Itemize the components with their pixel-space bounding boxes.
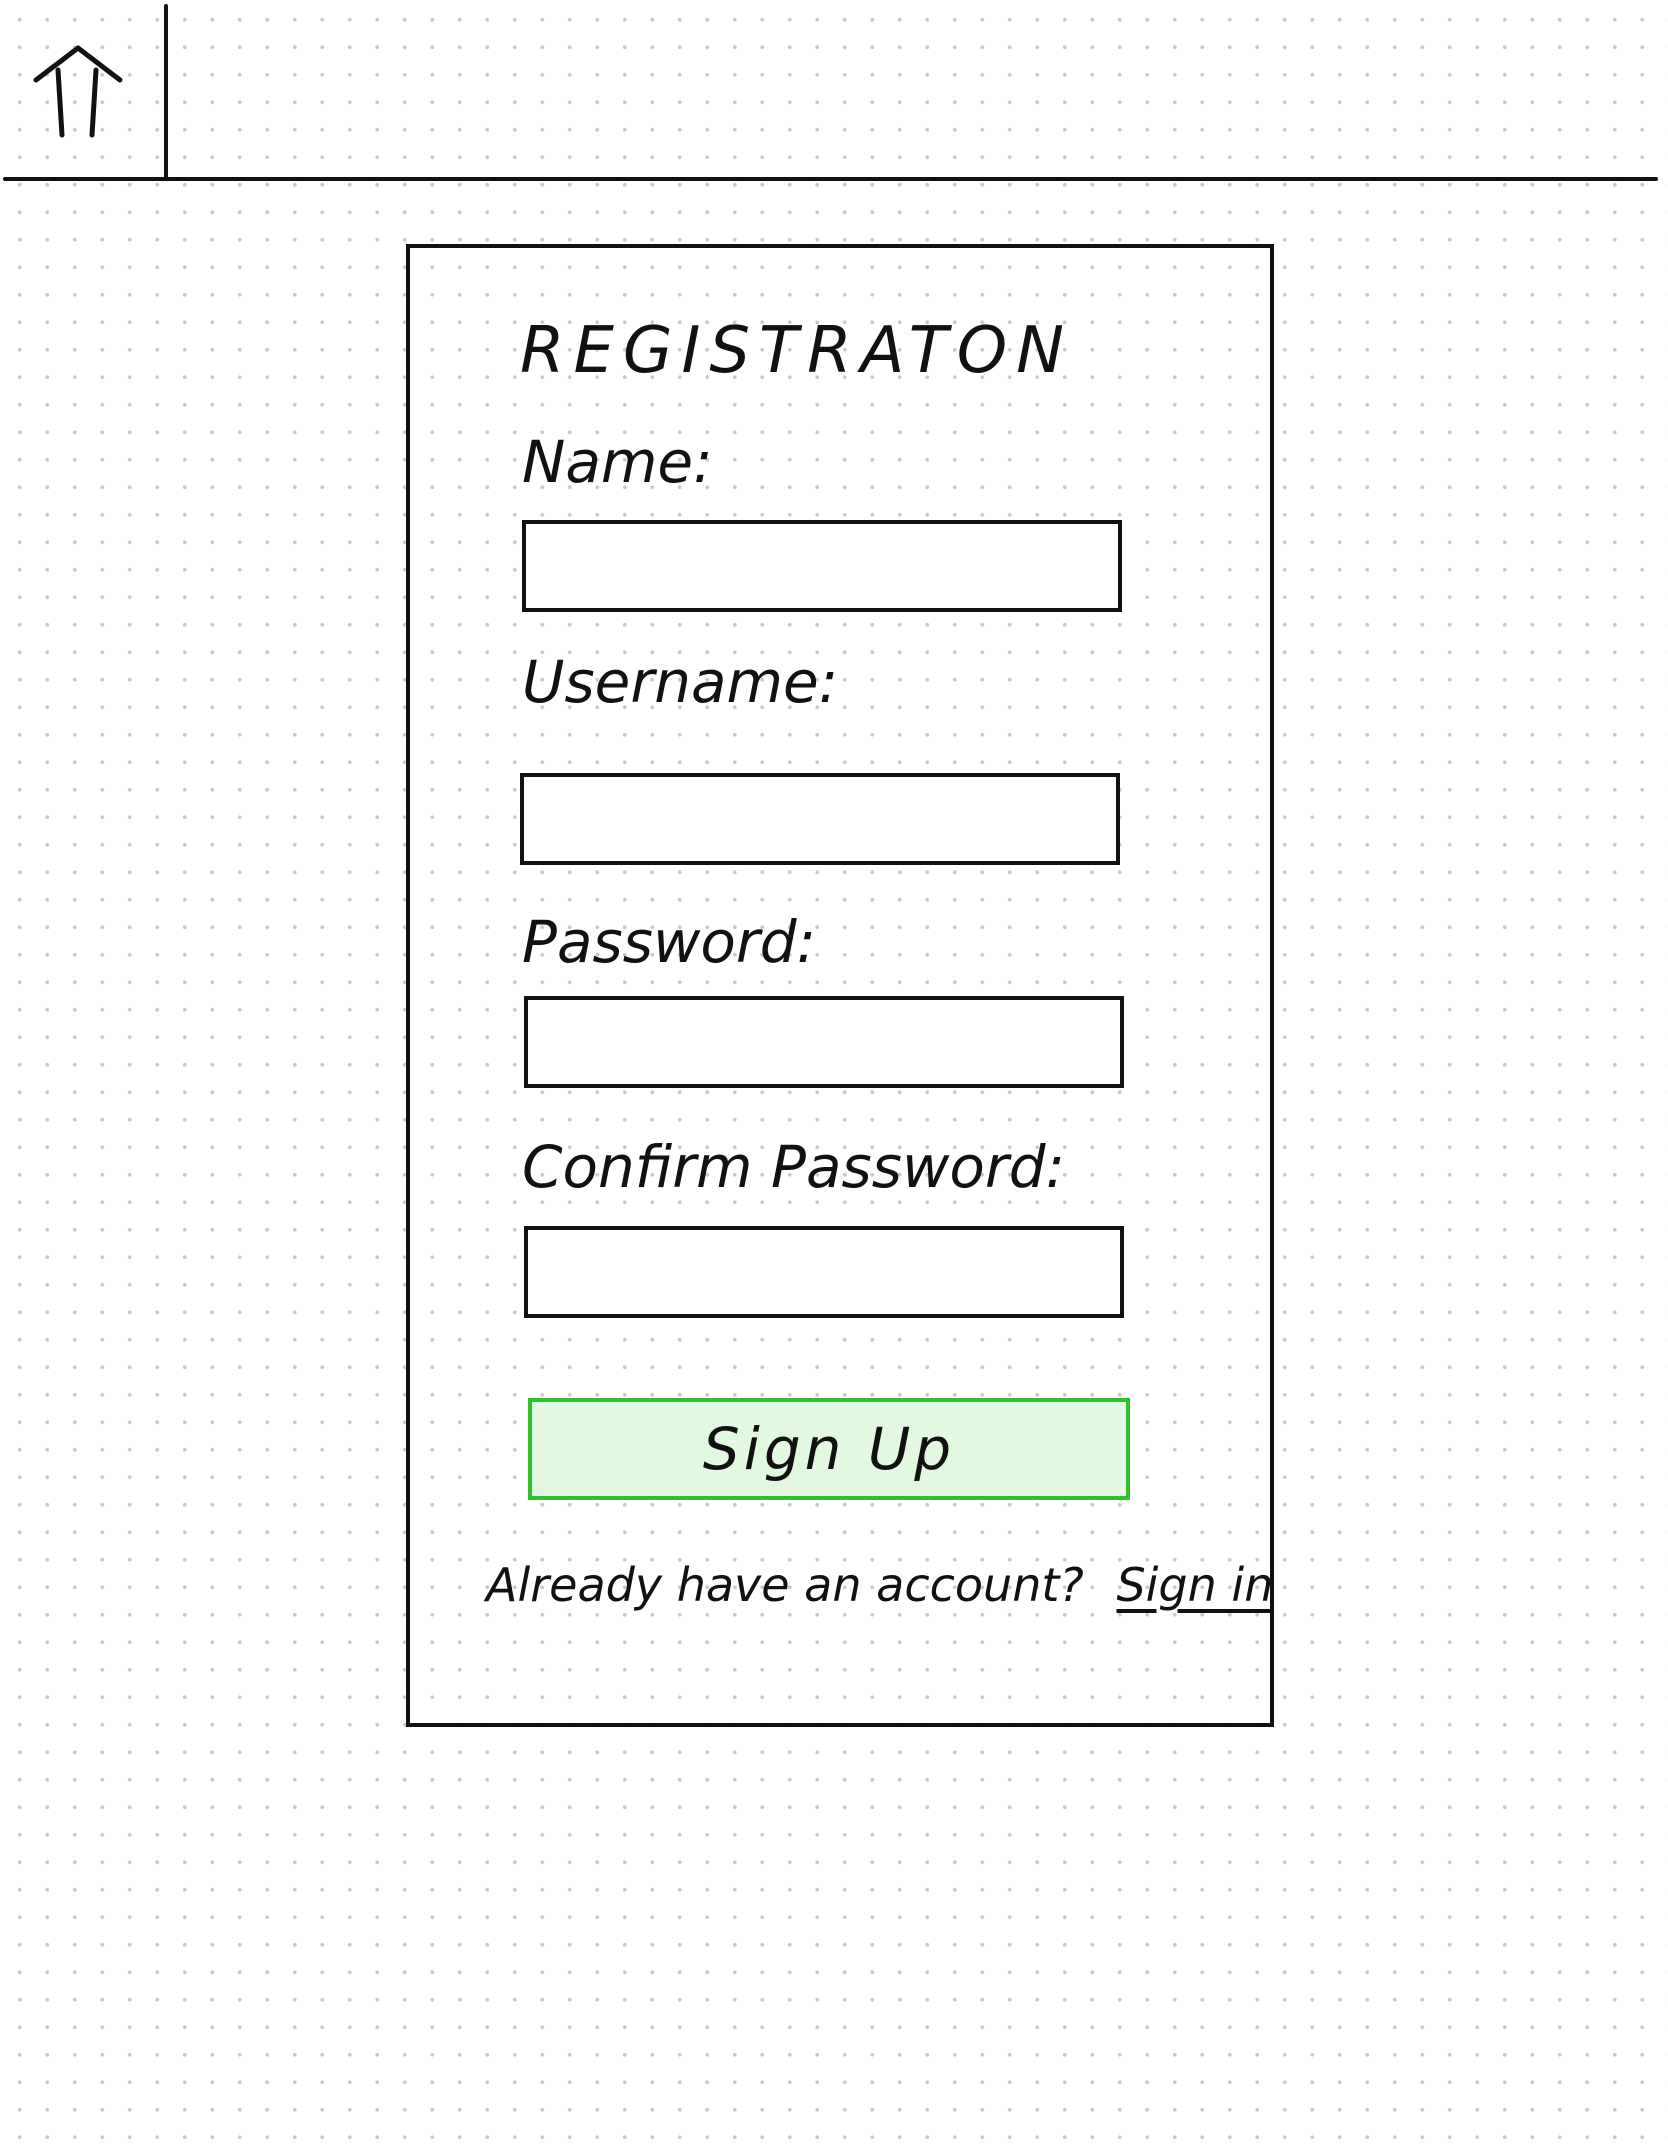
- password-label: Password:: [522, 908, 817, 976]
- home-icon: [33, 45, 123, 138]
- sign-up-button[interactable]: Sign Up: [528, 1398, 1130, 1500]
- page-title: REGISTRATON: [520, 314, 1074, 388]
- username-label: Username:: [522, 648, 839, 716]
- signin-prompt-text: Already have an account?: [486, 1558, 1084, 1612]
- confirm-password-label: Confirm Password:: [522, 1133, 1066, 1201]
- header-bottom-border: [3, 177, 1658, 181]
- confirm-password-input[interactable]: [524, 1226, 1124, 1318]
- name-input[interactable]: [522, 520, 1122, 612]
- username-input[interactable]: [520, 773, 1120, 865]
- sign-in-link[interactable]: Sign in: [1116, 1558, 1273, 1612]
- name-label: Name:: [522, 428, 713, 496]
- home-button[interactable]: [28, 40, 128, 140]
- top-bar: [0, 0, 1668, 181]
- password-input[interactable]: [524, 996, 1124, 1088]
- registration-card: REGISTRATON Name: Username: Password: Co…: [406, 244, 1274, 1727]
- signin-prompt-row: Already have an account? Sign in: [486, 1558, 1273, 1612]
- header-divider: [164, 4, 168, 179]
